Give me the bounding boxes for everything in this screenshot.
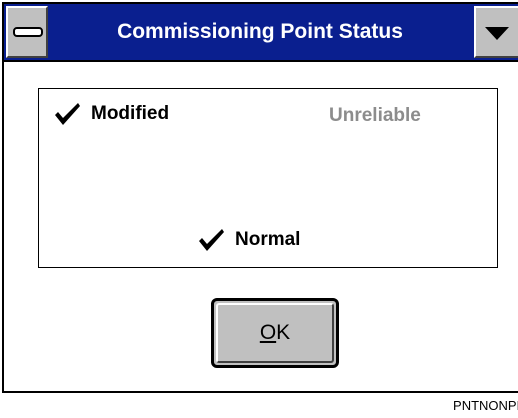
ok-mnemonic-letter: O [259, 321, 277, 344]
status-modified: Modified [53, 101, 169, 127]
ok-button[interactable]: OK [211, 298, 339, 368]
status-panel: Modified Unreliable Normal [38, 88, 498, 268]
checkmark-icon [55, 103, 80, 125]
status-unreliable-label: Unreliable [329, 105, 421, 126]
checkmark-icon [199, 229, 224, 251]
title-bar: Commissioning Point Status [4, 4, 518, 62]
ok-button-face: OK [216, 303, 334, 363]
minimize-button[interactable] [474, 6, 518, 58]
system-menu-bar-icon [13, 27, 43, 37]
dialog-title: Commissioning Point Status [117, 20, 403, 43]
system-menu-button[interactable] [6, 6, 48, 58]
status-normal-label: Normal [235, 229, 301, 250]
commissioning-point-status-dialog: Commissioning Point Status Modified Unre… [2, 2, 518, 393]
status-modified-label: Modified [91, 103, 170, 124]
ok-label-rest: K [276, 321, 291, 344]
dialog-client-area: Modified Unreliable Normal OK [4, 62, 518, 391]
down-triangle-icon [485, 27, 509, 40]
status-normal: Normal [197, 227, 300, 253]
figure-code: PNTNONPR [453, 398, 518, 413]
